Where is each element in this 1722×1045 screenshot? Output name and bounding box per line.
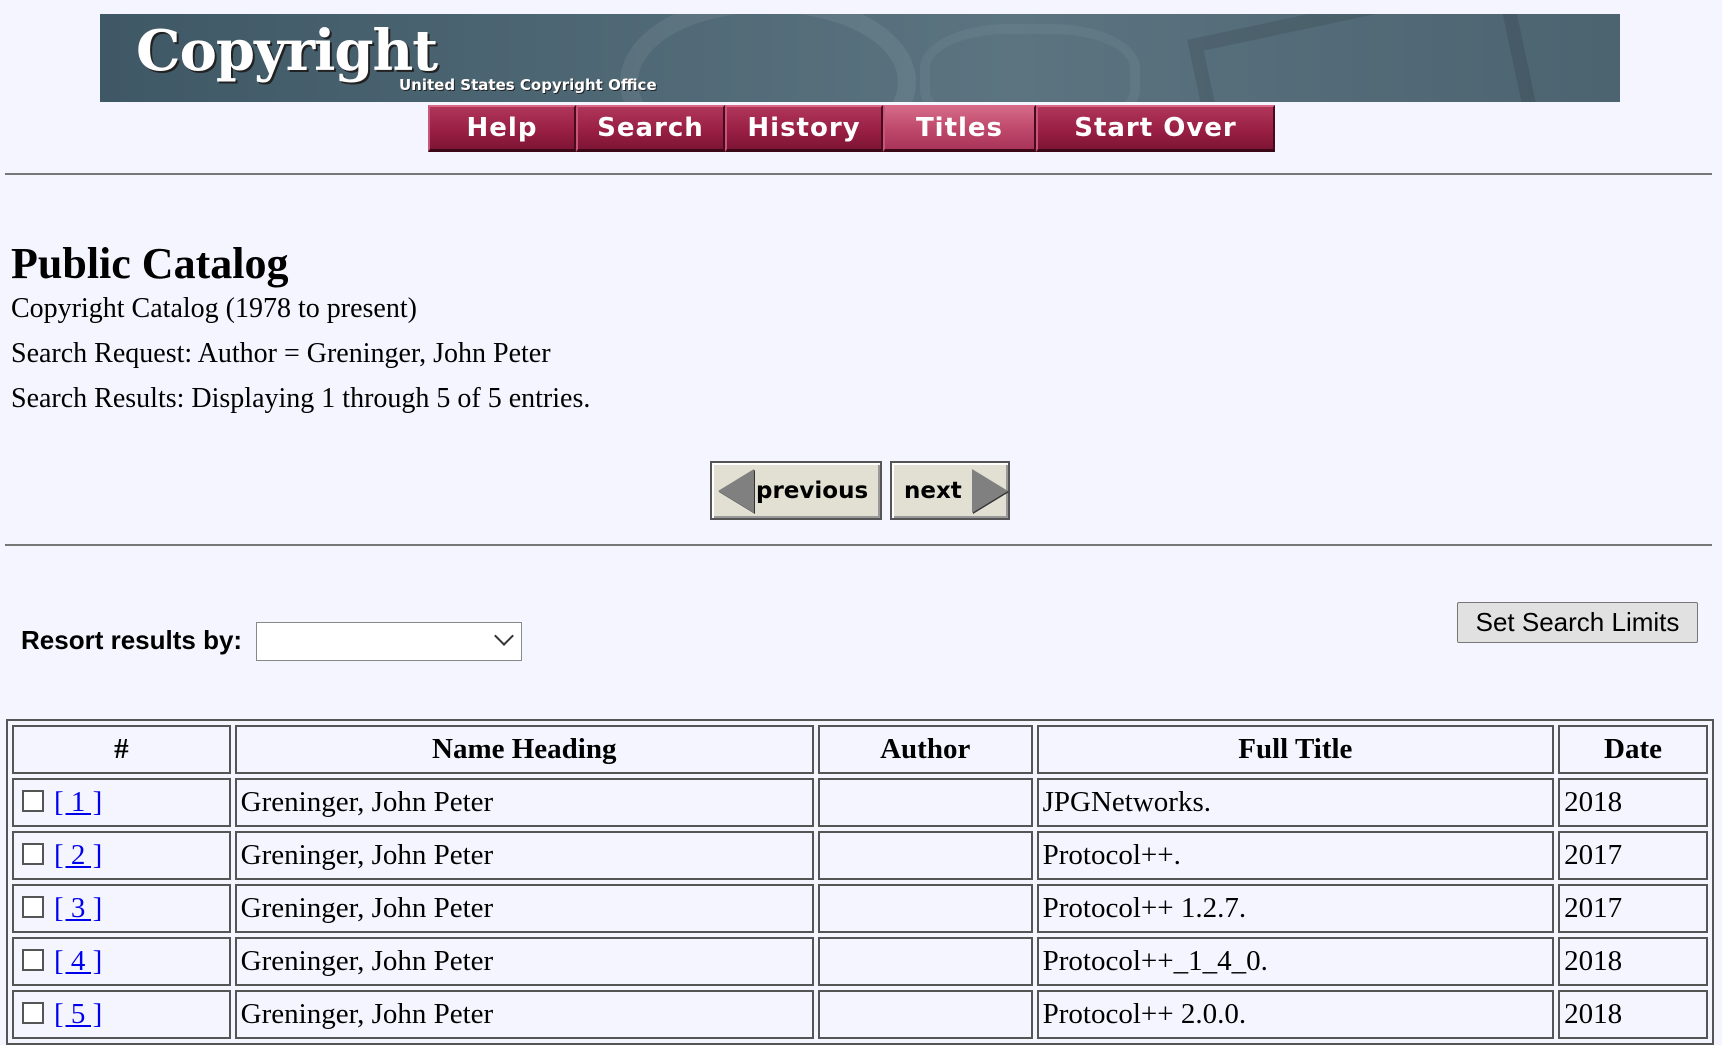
author-cell [817,990,1033,1039]
name-heading-cell: Greninger, John Peter [234,937,814,986]
nav-titles-button[interactable]: Titles [883,105,1036,152]
banner-decoration [620,14,916,102]
column-header-author: Author [817,725,1033,774]
copyright-office-subtitle: United States Copyright Office [399,76,657,94]
author-cell [817,937,1033,986]
column-header-number: # [12,725,231,774]
column-header-name-heading: Name Heading [234,725,814,774]
record-checkbox[interactable] [22,896,44,918]
copyright-office-banner: Copyright United States Copyright Office [100,14,1620,102]
results-table: # Name Heading Author Full Title Date [ … [6,719,1714,1045]
resort-select[interactable] [256,622,522,661]
record-number-cell: [ 1 ] [12,778,231,827]
name-heading-cell: Greninger, John Peter [234,778,814,827]
left-arrow-icon [718,468,754,513]
column-header-date: Date [1558,725,1708,774]
nav-search-button[interactable]: Search [576,105,725,152]
date-cell: 2017 [1558,884,1708,933]
full-title-cell: JPGNetworks. [1036,778,1555,827]
search-results-summary: Search Results: Displaying 1 through 5 o… [11,383,591,414]
nav-history-button[interactable]: History [725,105,883,152]
nav-start-over-button[interactable]: Start Over [1036,105,1275,152]
next-label: next [904,477,962,504]
full-title-cell: Protocol++ 2.0.0. [1036,990,1555,1039]
author-cell [817,831,1033,880]
author-cell [817,778,1033,827]
record-checkbox[interactable] [22,1002,44,1024]
previous-label: previous [756,477,869,504]
table-row: [ 5 ] Greninger, John Peter Protocol++ 2… [12,990,1708,1039]
record-checkbox[interactable] [22,790,44,812]
right-arrow-icon [971,468,1008,513]
record-checkbox[interactable] [22,843,44,865]
copyright-logo: Copyright [136,18,438,84]
full-title-cell: Protocol++. [1036,831,1555,880]
date-cell: 2018 [1558,937,1708,986]
banner-decoration [920,24,1140,102]
main-nav: Help Search History Titles Start Over [428,105,1275,152]
full-title-cell: Protocol++_1_4_0. [1036,937,1555,986]
full-title-cell: Protocol++ 1.2.7. [1036,884,1555,933]
author-cell [817,884,1033,933]
record-link[interactable]: [ 3 ] [54,892,102,924]
table-row: [ 4 ] Greninger, John Peter Protocol++_1… [12,937,1708,986]
record-link[interactable]: [ 4 ] [54,945,102,977]
record-link[interactable]: [ 2 ] [54,839,102,871]
record-number-cell: [ 2 ] [12,831,231,880]
banner-decoration [1187,14,1541,102]
date-cell: 2018 [1558,990,1708,1039]
column-header-full-title: Full Title [1036,725,1555,774]
next-button[interactable]: next [890,461,1010,520]
table-row: [ 3 ] Greninger, John Peter Protocol++ 1… [12,884,1708,933]
name-heading-cell: Greninger, John Peter [234,831,814,880]
date-cell: 2018 [1558,778,1708,827]
record-number-cell: [ 4 ] [12,937,231,986]
table-row: [ 2 ] Greninger, John Peter Protocol++. … [12,831,1708,880]
set-search-limits-button[interactable]: Set Search Limits [1457,602,1698,643]
record-link[interactable]: [ 5 ] [54,998,102,1030]
resort-label: Resort results by: [21,625,243,655]
record-checkbox[interactable] [22,949,44,971]
table-row: [ 1 ] Greninger, John Peter JPGNetworks.… [12,778,1708,827]
page-title: Public Catalog [11,239,289,288]
name-heading-cell: Greninger, John Peter [234,884,814,933]
nav-help-button[interactable]: Help [428,105,576,152]
previous-button[interactable]: previous [710,461,882,520]
table-header-row: # Name Heading Author Full Title Date [12,725,1708,774]
date-cell: 2017 [1558,831,1708,880]
divider [5,544,1712,546]
record-number-cell: [ 5 ] [12,990,231,1039]
search-request: Search Request: Author = Greninger, John… [11,338,551,369]
divider [5,173,1712,175]
record-number-cell: [ 3 ] [12,884,231,933]
record-link[interactable]: [ 1 ] [54,786,102,818]
catalog-label: Copyright Catalog (1978 to present) [11,293,417,324]
name-heading-cell: Greninger, John Peter [234,990,814,1039]
chevron-down-icon [494,626,514,646]
